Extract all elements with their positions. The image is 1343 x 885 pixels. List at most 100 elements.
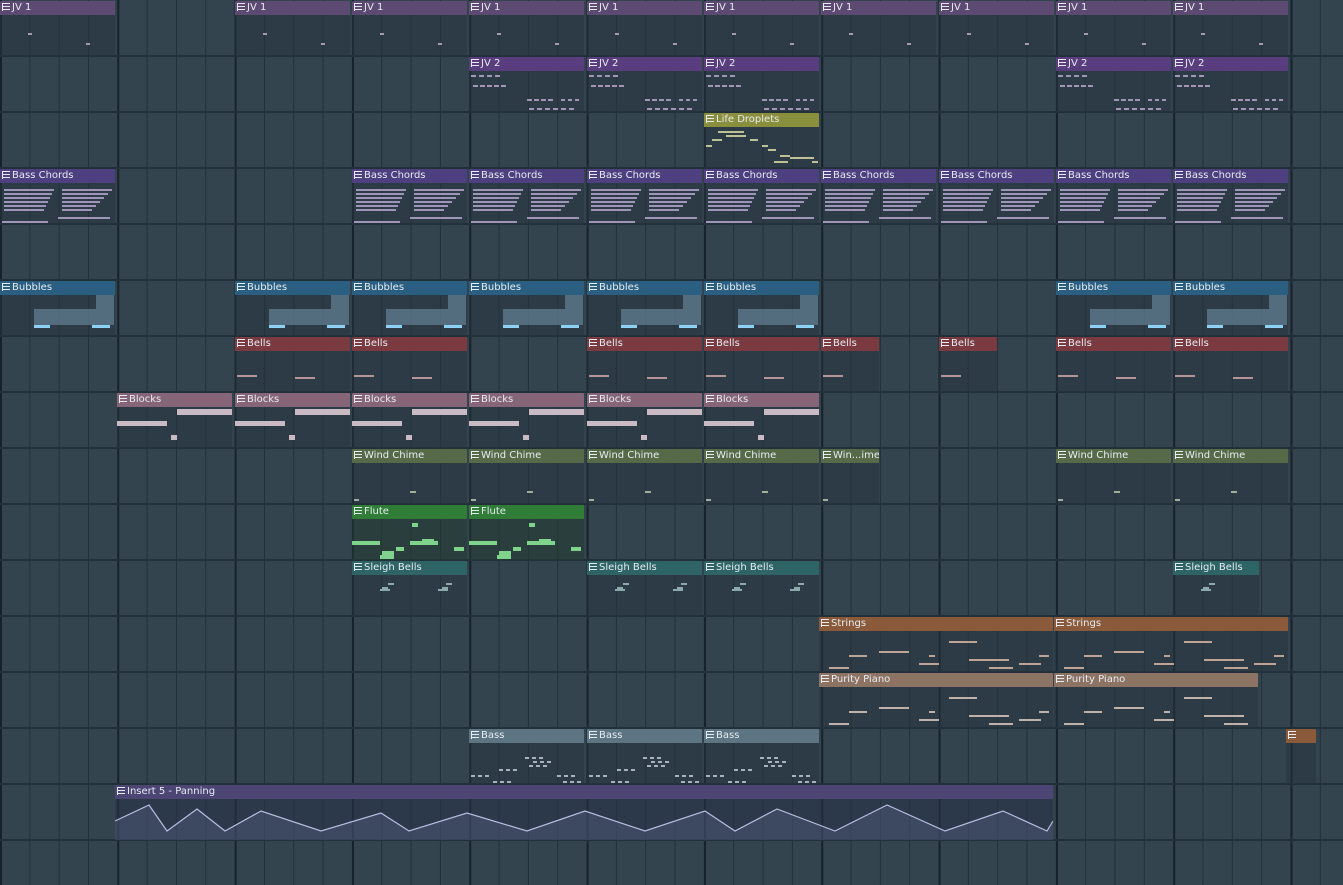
blocks-clip[interactable]: Blocks — [117, 393, 232, 448]
automation-clip-header[interactable]: Insert 5 - Panning — [115, 785, 1053, 799]
wind-chime-clip-header[interactable]: Wind Chime — [469, 449, 584, 463]
bubbles-clip[interactable]: Bubbles — [0, 281, 115, 336]
bass-chords-clip-header[interactable]: Bass Chords — [352, 169, 467, 183]
bells-clip[interactable]: Bells — [704, 337, 819, 392]
jv1-clip[interactable]: JV 1 — [0, 1, 115, 56]
bubbles-clip-header[interactable]: Bubbles — [704, 281, 819, 295]
blocks-clip-header[interactable]: Blocks — [117, 393, 232, 407]
bells-clip-header[interactable]: Bells — [1056, 337, 1171, 351]
bass-clip-header[interactable]: Bass — [704, 729, 819, 743]
jv1-clip-header[interactable]: JV 1 — [1173, 1, 1288, 15]
jv1-clip-header[interactable]: JV 1 — [939, 1, 1054, 15]
bass-clip-header[interactable]: Bass — [587, 729, 702, 743]
bubbles-clip-header[interactable]: Bubbles — [0, 281, 115, 295]
jv2-clip-header[interactable]: JV 2 — [1056, 57, 1171, 71]
jv1-clip-header[interactable]: JV 1 — [0, 1, 115, 15]
jv1-clip-header[interactable]: JV 1 — [469, 1, 584, 15]
bass-chords-clip-header[interactable]: Bass Chords — [939, 169, 1054, 183]
jv2-clip[interactable]: JV 2 — [1056, 57, 1171, 112]
bass-short-clip[interactable] — [1286, 729, 1316, 784]
bass-short-clip-header[interactable] — [1286, 729, 1316, 743]
blocks-clip[interactable]: Blocks — [352, 393, 467, 448]
bells-clip-header[interactable]: Bells — [352, 337, 467, 351]
automation-curve[interactable] — [115, 799, 1053, 840]
strings-clip-header[interactable]: Strings — [819, 617, 1053, 631]
wind-chime-clip-header[interactable]: Win...ime — [821, 449, 879, 463]
jv1-clip[interactable]: JV 1 — [352, 1, 467, 56]
bass-chords-clip-header[interactable]: Bass Chords — [821, 169, 936, 183]
bells-clip[interactable]: Bells — [352, 337, 467, 392]
jv2-clip-header[interactable]: JV 2 — [704, 57, 819, 71]
blocks-clip[interactable]: Blocks — [469, 393, 584, 448]
bells-clip[interactable]: Bells — [939, 337, 997, 392]
bass-chords-clip[interactable]: Bass Chords — [469, 169, 584, 224]
sleigh-bells-clip-header[interactable]: Sleigh Bells — [587, 561, 702, 575]
jv2-clip[interactable]: JV 2 — [704, 57, 819, 112]
flute-clip[interactable]: Flute — [469, 505, 584, 560]
bubbles-clip-header[interactable]: Bubbles — [1056, 281, 1171, 295]
flute-clip[interactable]: Flute — [352, 505, 467, 560]
jv1-clip[interactable]: JV 1 — [704, 1, 819, 56]
sleigh-bells-clip[interactable]: Sleigh Bells — [704, 561, 819, 616]
bubbles-clip-header[interactable]: Bubbles — [469, 281, 584, 295]
jv2-clip-header[interactable]: JV 2 — [1173, 57, 1288, 71]
bass-clip[interactable]: Bass — [704, 729, 819, 784]
bass-clip[interactable]: Bass — [587, 729, 702, 784]
jv1-clip-header[interactable]: JV 1 — [352, 1, 467, 15]
flute-clip-header[interactable]: Flute — [469, 505, 584, 519]
jv1-clip[interactable]: JV 1 — [469, 1, 584, 56]
strings-clip[interactable]: Strings — [1054, 617, 1288, 672]
sleigh-bells-clip[interactable]: Sleigh Bells — [587, 561, 702, 616]
jv1-clip[interactable]: JV 1 — [821, 1, 936, 56]
bells-clip-header[interactable]: Bells — [1173, 337, 1288, 351]
bubbles-clip[interactable]: Bubbles — [235, 281, 350, 336]
blocks-clip-header[interactable]: Blocks — [235, 393, 350, 407]
sleigh-bells-clip[interactable]: Sleigh Bells — [1173, 561, 1259, 616]
bubbles-clip-header[interactable]: Bubbles — [1173, 281, 1288, 295]
wind-chime-clip-header[interactable]: Wind Chime — [1173, 449, 1288, 463]
blocks-clip-header[interactable]: Blocks — [587, 393, 702, 407]
jv2-clip[interactable]: JV 2 — [1173, 57, 1288, 112]
bells-clip[interactable]: Bells — [821, 337, 879, 392]
jv1-clip-header[interactable]: JV 1 — [1056, 1, 1171, 15]
wind-chime-clip[interactable]: Wind Chime — [1173, 449, 1288, 504]
bells-clip-header[interactable]: Bells — [704, 337, 819, 351]
wind-chime-clip[interactable]: Wind Chime — [704, 449, 819, 504]
wind-chime-clip[interactable]: Wind Chime — [1056, 449, 1171, 504]
bass-chords-clip[interactable]: Bass Chords — [0, 169, 115, 224]
wind-chime-clip[interactable]: Wind Chime — [587, 449, 702, 504]
wind-chime-clip[interactable]: Win...ime — [821, 449, 879, 504]
jv2-clip[interactable]: JV 2 — [587, 57, 702, 112]
purity-piano-clip-header[interactable]: Purity Piano — [819, 673, 1053, 687]
bass-clip[interactable]: Bass — [469, 729, 584, 784]
bass-chords-clip[interactable]: Bass Chords — [704, 169, 819, 224]
bubbles-clip[interactable]: Bubbles — [352, 281, 467, 336]
jv1-clip[interactable]: JV 1 — [939, 1, 1054, 56]
bubbles-clip-header[interactable]: Bubbles — [587, 281, 702, 295]
blocks-clip[interactable]: Blocks — [587, 393, 702, 448]
bubbles-clip-header[interactable]: Bubbles — [235, 281, 350, 295]
bells-clip[interactable]: Bells — [587, 337, 702, 392]
wind-chime-clip-header[interactable]: Wind Chime — [587, 449, 702, 463]
jv1-clip[interactable]: JV 1 — [235, 1, 350, 56]
bells-clip-header[interactable]: Bells — [939, 337, 997, 351]
bubbles-clip[interactable]: Bubbles — [1173, 281, 1288, 336]
playlist-grid[interactable]: JV 1 JV 1 JV 1 JV 1 JV 1 JV 1 JV 1 JV 1 JV 1 JV 1… — [0, 0, 1343, 885]
bass-chords-clip[interactable]: Bass Chords — [1173, 169, 1288, 224]
bass-chords-clip[interactable]: Bass Chords — [821, 169, 936, 224]
wind-chime-clip[interactable]: Wind Chime — [352, 449, 467, 504]
sleigh-bells-clip-header[interactable]: Sleigh Bells — [704, 561, 819, 575]
bells-clip[interactable]: Bells — [1173, 337, 1288, 392]
flute-clip-header[interactable]: Flute — [352, 505, 467, 519]
jv1-clip[interactable]: JV 1 — [1056, 1, 1171, 56]
purity-piano-clip-header[interactable]: Purity Piano — [1054, 673, 1258, 687]
bass-chords-clip-header[interactable]: Bass Chords — [1056, 169, 1171, 183]
bubbles-clip-header[interactable]: Bubbles — [352, 281, 467, 295]
purity-piano-clip[interactable]: Purity Piano — [1054, 673, 1258, 728]
blocks-clip[interactable]: Blocks — [704, 393, 819, 448]
jv2-clip[interactable]: JV 2 — [469, 57, 584, 112]
bass-chords-clip-header[interactable]: Bass Chords — [0, 169, 115, 183]
bass-chords-clip-header[interactable]: Bass Chords — [704, 169, 819, 183]
blocks-clip-header[interactable]: Blocks — [469, 393, 584, 407]
strings-clip[interactable]: Strings — [819, 617, 1053, 672]
